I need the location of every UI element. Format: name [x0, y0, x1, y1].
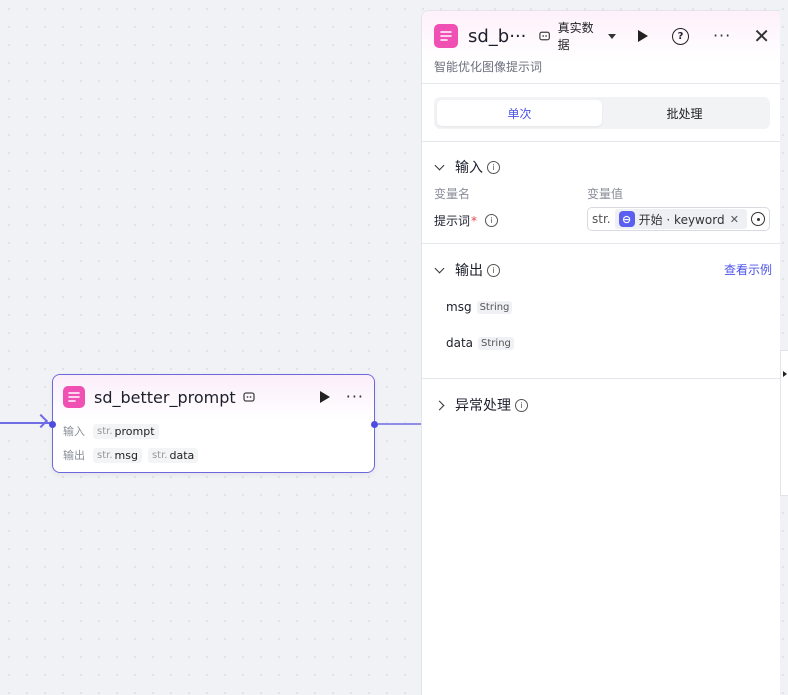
run-mode-tabs: 单次 批处理 [434, 97, 770, 129]
input-section-header[interactable]: 输入 i [434, 157, 500, 177]
output-section-header[interactable]: 输出 i [434, 260, 500, 280]
node-detail-panel: sd_b··· 真实数据 ? ··· ✕ 智能优化图像提示词 单次 批处理 输入… [421, 10, 780, 695]
variable-picker-icon[interactable] [751, 212, 765, 226]
start-node-icon: ⊖ [618, 211, 635, 227]
tab-single[interactable]: 单次 [437, 100, 602, 126]
required-mark: * [471, 213, 478, 228]
panel-subtitle: 智能优化图像提示词 [434, 60, 543, 74]
panel-header: sd_b··· 真实数据 ? ··· ✕ 智能优化图像提示词 [422, 11, 780, 84]
view-example-link[interactable]: 查看示例 [724, 261, 772, 278]
exception-section-header[interactable]: 异常处理 i [434, 395, 528, 415]
col-var-value: 变量值 [587, 187, 624, 201]
run-node-icon[interactable] [319, 391, 330, 403]
node-inputs-row: 输入 str. prompt [53, 419, 374, 443]
node-header[interactable]: sd_better_prompt ··· [53, 375, 374, 419]
var-name-prompt: 提示词 * i [434, 212, 499, 229]
exception-section-title: 异常处理 [455, 398, 511, 414]
info-icon[interactable]: i [487, 160, 500, 174]
divider [422, 243, 780, 244]
input-section-title: 输入 [455, 160, 483, 176]
info-icon[interactable]: i [487, 263, 500, 277]
input-port[interactable] [49, 421, 56, 428]
more-options-icon[interactable]: ··· [346, 389, 364, 405]
input-tag-prompt: str. prompt [93, 423, 159, 439]
type-badge: String [478, 336, 514, 350]
chevron-down-icon[interactable] [607, 33, 616, 39]
chevron-down-icon[interactable] [434, 263, 445, 274]
type-badge: String [476, 300, 513, 314]
run-icon[interactable] [637, 30, 648, 42]
var-type-label: str. [592, 212, 611, 226]
panel-title[interactable]: sd_b··· [468, 26, 526, 47]
outputs-label: 输出 [63, 449, 85, 462]
help-icon[interactable]: ? [671, 27, 689, 45]
bot-icon [539, 31, 551, 41]
output-item-msg: msg String [446, 300, 513, 314]
chevron-down-icon[interactable] [434, 160, 445, 171]
divider [422, 378, 780, 379]
output-item-data: data String [446, 336, 514, 350]
reference-text: 开始 · keyword [638, 212, 725, 227]
chevron-right-icon[interactable] [434, 400, 445, 410]
workflow-node[interactable]: sd_better_prompt ··· 输入 str. prompt 输出 st… [49, 374, 378, 473]
var-value-field[interactable]: str. ⊖ 开始 · keyword ✕ [587, 207, 770, 231]
col-var-name: 变量名 [434, 187, 471, 201]
bot-icon [243, 392, 255, 402]
variable-reference[interactable]: ⊖ 开始 · keyword ✕ [614, 209, 747, 229]
clear-reference-icon[interactable]: ✕ [730, 213, 739, 226]
node-outputs-row: 输出 str. msg str. data [53, 443, 374, 467]
data-mode-select[interactable]: 真实数据 [558, 19, 603, 53]
edge-arrow-icon [33, 413, 49, 429]
output-section-title: 输出 [455, 263, 483, 279]
output-port[interactable] [371, 421, 378, 428]
close-icon[interactable]: ✕ [753, 26, 770, 46]
info-icon[interactable]: i [485, 214, 499, 227]
plugin-icon [63, 386, 85, 408]
tab-batch[interactable]: 批处理 [602, 100, 767, 126]
info-icon[interactable]: i [515, 398, 528, 412]
adjacent-panel-edge[interactable] [780, 350, 788, 496]
more-options-icon[interactable]: ··· [713, 28, 731, 44]
output-tag-data: str. data [147, 447, 199, 463]
output-tag-msg: str. msg [93, 447, 142, 463]
plugin-icon [434, 24, 458, 48]
node-title: sd_better_prompt [94, 387, 236, 407]
inputs-label: 输入 [63, 425, 85, 438]
divider [422, 141, 780, 142]
outgoing-edge [378, 423, 422, 425]
